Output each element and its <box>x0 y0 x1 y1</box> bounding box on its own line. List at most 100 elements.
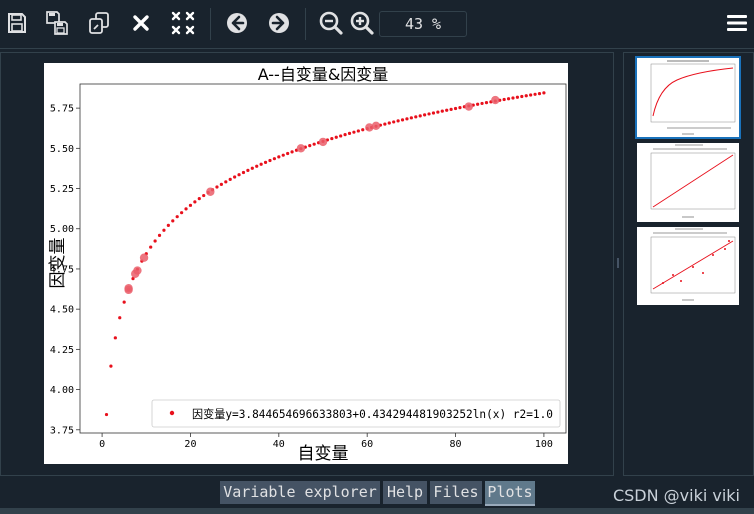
curve-point <box>175 215 179 219</box>
curve-point <box>113 336 117 340</box>
highlight-point <box>133 266 142 275</box>
curve-point <box>215 185 219 189</box>
curve-point <box>259 162 263 166</box>
curve-point <box>436 110 440 114</box>
curve-point <box>237 173 241 177</box>
curve-point <box>427 112 431 116</box>
curve-point <box>440 109 444 113</box>
curve-point <box>409 116 413 120</box>
zoom-out-icon[interactable] <box>318 10 344 36</box>
x-tick-label: 80 <box>450 439 462 450</box>
curve-point <box>268 158 272 163</box>
curve-point <box>418 114 422 118</box>
curve-point <box>308 144 312 148</box>
curve-point <box>162 228 166 232</box>
axes-frame <box>79 83 567 434</box>
curve-point <box>400 118 405 122</box>
zoom-in-icon[interactable] <box>349 10 375 36</box>
save-all-icon[interactable] <box>44 10 70 36</box>
curve-point <box>157 233 162 238</box>
curve-point <box>184 207 188 211</box>
zoom-level-field[interactable]: 43 % <box>379 11 467 37</box>
x-tick-label: 60 <box>361 439 373 450</box>
y-tick-label: 4.25 <box>50 345 74 356</box>
curve-point <box>387 121 391 125</box>
curve-point <box>241 170 246 175</box>
curve-point <box>202 193 206 198</box>
highlight-point <box>491 95 500 105</box>
curve-point <box>431 111 436 115</box>
curve-point <box>290 150 294 154</box>
curve-point <box>149 245 153 249</box>
y-tick-label: 3.75 <box>50 425 74 436</box>
curve-point <box>352 130 356 134</box>
curve-point <box>263 160 268 164</box>
arrow-right-icon[interactable] <box>266 10 292 36</box>
tab-variable-explorer[interactable]: Variable explorer <box>220 481 380 504</box>
curve-point <box>506 97 511 101</box>
curve-point <box>347 131 352 135</box>
hamburger-menu-icon[interactable] <box>724 10 750 36</box>
curve-point <box>361 128 365 132</box>
curve-point <box>383 122 387 126</box>
curve-point <box>537 92 542 96</box>
y-tick-label: 4.50 <box>50 305 74 316</box>
x-tick-label: 20 <box>184 439 196 450</box>
highlight-point <box>139 253 149 262</box>
curve-point <box>542 91 546 95</box>
chart-svg: 0 20 40 60 80 100 3.754.004.254.504.755.005.2… <box>48 65 567 464</box>
arrow-left-icon[interactable] <box>224 10 250 36</box>
curve-point <box>188 203 193 207</box>
toolbar-separator <box>210 8 211 40</box>
tab-help[interactable]: Help <box>383 481 427 504</box>
x-axis-label: 自变量 <box>298 444 349 464</box>
tab-files[interactable]: Files <box>430 481 482 504</box>
y-tick-label: 5.75 <box>50 104 74 115</box>
copy-icon[interactable] <box>86 10 112 36</box>
y-tick-label: 5.00 <box>50 224 74 235</box>
plot-thumbnail[interactable] <box>635 56 741 139</box>
highlight-point <box>318 137 328 147</box>
plots-toolbar: 43 % <box>0 0 754 49</box>
highlight-point <box>296 144 306 153</box>
curve-point <box>356 129 360 133</box>
curve-point <box>246 168 250 172</box>
curve-point <box>281 153 285 157</box>
curve-point <box>484 101 489 105</box>
curve-point <box>122 300 126 304</box>
tab-plots[interactable]: Plots <box>485 481 535 506</box>
curve-point <box>250 166 254 170</box>
close-icon[interactable] <box>128 10 154 36</box>
curve-point <box>445 108 449 112</box>
curve-point <box>153 239 157 243</box>
status-strip <box>0 508 754 514</box>
legend-label: 因变量y=3.844654696633803+0.434294481903252… <box>192 407 553 421</box>
curve-point <box>272 157 276 161</box>
curve-point <box>286 151 290 156</box>
x-tick-label: 40 <box>273 439 285 450</box>
curve-point <box>109 364 113 368</box>
curve-point <box>502 97 506 102</box>
plot-thumbnail[interactable] <box>637 227 739 305</box>
curve-point <box>166 223 170 228</box>
chart-title: A--自变量&因变量 <box>258 65 389 84</box>
close-all-icon[interactable] <box>170 10 196 36</box>
save-icon[interactable] <box>4 10 30 36</box>
curve-point <box>224 180 228 184</box>
curve-point <box>171 219 175 223</box>
curve-point <box>396 119 400 123</box>
curve-point <box>392 120 396 124</box>
y-tick-label: 5.50 <box>50 144 74 155</box>
curve-point <box>529 93 533 97</box>
splitter-handle[interactable] <box>617 258 619 268</box>
curve-point <box>343 133 347 137</box>
curve-point <box>453 106 458 111</box>
curve-point <box>104 412 109 417</box>
curve-point <box>334 135 338 139</box>
curve-point <box>414 115 418 119</box>
curve-point <box>219 182 223 186</box>
highlight-point <box>371 121 381 131</box>
curve-point <box>405 117 409 121</box>
legend-marker <box>169 410 175 416</box>
plot-thumbnail[interactable] <box>637 143 739 222</box>
